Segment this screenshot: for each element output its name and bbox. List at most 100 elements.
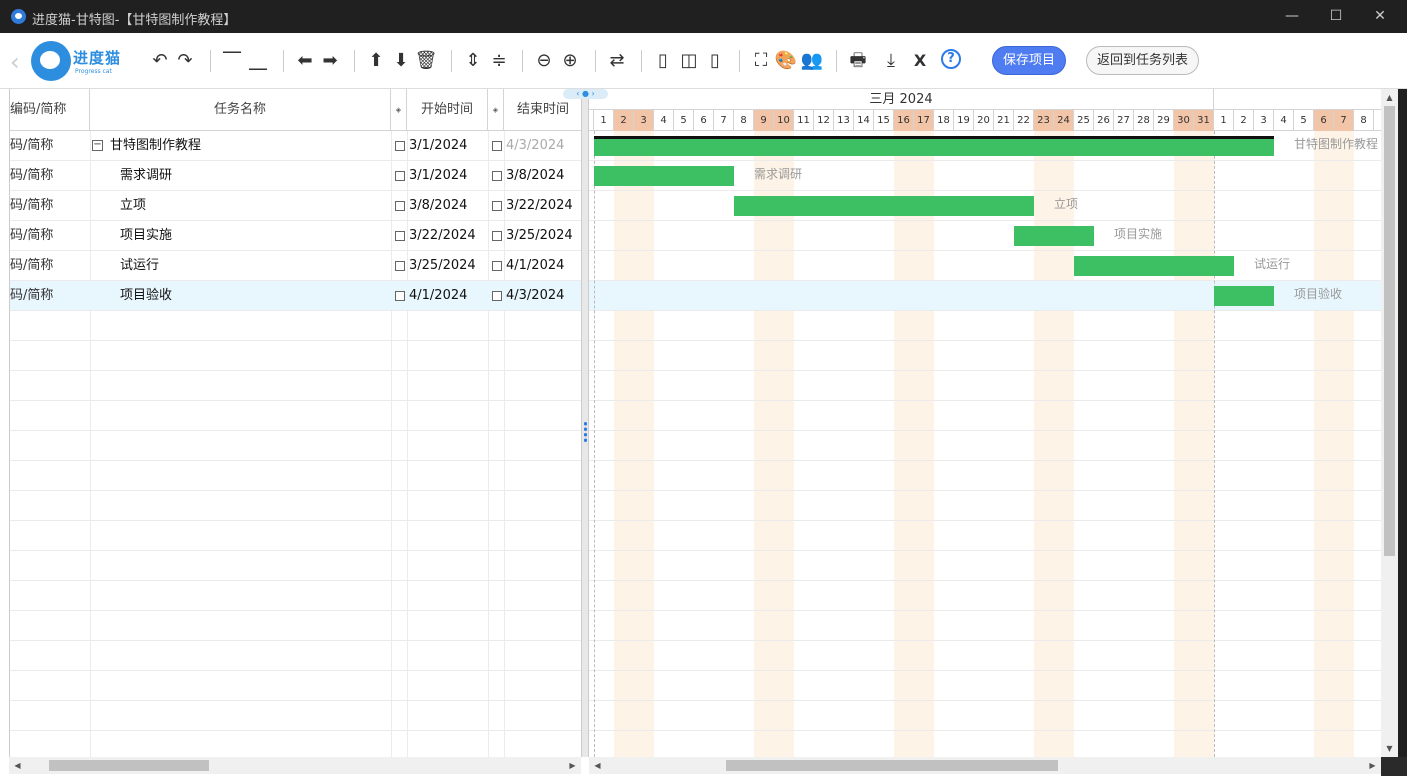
cell-code[interactable]: 码/简称 — [10, 161, 90, 191]
palette-icon[interactable]: 🎨 — [774, 50, 798, 72]
chart-row[interactable] — [589, 671, 1381, 701]
chart-row[interactable] — [589, 341, 1381, 371]
zoom-in-icon[interactable]: ⊕ — [558, 50, 582, 72]
cell-start-date[interactable]: 3/25/2024 — [409, 251, 487, 281]
indent-icon[interactable]: ⎽ — [246, 50, 270, 72]
start-checkbox[interactable] — [395, 261, 405, 271]
empty-row[interactable] — [10, 431, 581, 461]
cell-task-name[interactable]: 需求调研 — [120, 161, 390, 191]
back-icon[interactable]: ‹ — [10, 49, 30, 75]
chart-row[interactable] — [589, 311, 1381, 341]
close-button[interactable]: ✕ — [1357, 0, 1403, 33]
empty-row[interactable] — [10, 671, 581, 701]
move-up-icon[interactable]: ⬆ — [364, 50, 388, 72]
cell-code[interactable]: 码/简称 — [10, 281, 90, 311]
move-left-icon[interactable]: ⬅ — [293, 50, 317, 72]
empty-row[interactable] — [10, 581, 581, 611]
empty-row[interactable] — [10, 461, 581, 491]
expand-rows-icon[interactable]: ⇕ — [461, 50, 485, 72]
chart-row[interactable] — [589, 521, 1381, 551]
start-checkbox[interactable] — [395, 201, 405, 211]
redo-icon[interactable]: ↷ — [173, 50, 197, 72]
grid-scroll-thumb[interactable] — [49, 760, 209, 771]
move-down-icon[interactable]: ⬇ — [389, 50, 413, 72]
scroll-left-icon[interactable]: ◀ — [589, 757, 606, 774]
end-checkbox[interactable] — [492, 291, 502, 301]
start-checkbox[interactable] — [395, 231, 405, 241]
help-icon[interactable]: ? — [941, 49, 961, 69]
delete-icon[interactable]: 🗑 — [414, 50, 438, 72]
chart-row[interactable] — [589, 551, 1381, 581]
move-right-icon[interactable]: ➡ — [318, 50, 342, 72]
cell-end-date[interactable]: 4/3/2024 — [506, 131, 581, 161]
scroll-down-icon[interactable]: ▼ — [1381, 740, 1398, 757]
cell-task-name[interactable]: 立项 — [120, 191, 390, 221]
task-bar[interactable] — [1214, 286, 1274, 306]
outdent-icon[interactable]: ⎺ — [220, 50, 244, 72]
cell-end-date[interactable]: 3/25/2024 — [506, 221, 581, 251]
task-bar[interactable] — [1014, 226, 1094, 246]
cell-start-date[interactable]: 3/1/2024 — [409, 131, 487, 161]
zoom-out-icon[interactable]: ⊖ — [532, 50, 556, 72]
cell-code[interactable]: 码/简称 — [10, 191, 90, 221]
chart-row[interactable] — [589, 731, 1381, 757]
table-row[interactable]: 码/简称 立项 3/8/2024 3/22/2024 — [10, 191, 581, 221]
table-row[interactable]: 码/简称 试运行 3/25/2024 4/1/2024 — [10, 251, 581, 281]
scroll-right-icon[interactable]: ▶ — [1364, 757, 1381, 774]
cell-end-date[interactable]: 3/22/2024 — [506, 191, 581, 221]
scroll-left-icon[interactable]: ◀ — [9, 757, 26, 774]
column-header-start[interactable]: 开始时间 — [407, 89, 488, 131]
cell-start-date[interactable]: 3/1/2024 — [409, 161, 487, 191]
cell-task-name[interactable]: 项目验收 — [120, 281, 390, 311]
cell-start-date[interactable]: 4/1/2024 — [409, 281, 487, 311]
start-checkbox[interactable] — [395, 141, 405, 151]
chart-row[interactable] — [589, 701, 1381, 731]
minimize-button[interactable]: — — [1269, 0, 1315, 33]
cell-code[interactable]: 码/简称 — [10, 131, 90, 161]
excel-icon[interactable]: X — [908, 50, 932, 72]
link-icon[interactable]: ⇄ — [605, 50, 629, 72]
summary-bar[interactable] — [594, 136, 1274, 156]
vertical-scrollbar[interactable]: ▲ ▼ — [1381, 89, 1398, 757]
empty-row[interactable] — [10, 641, 581, 671]
table-row[interactable]: 码/简称 项目实施 3/22/2024 3/25/2024 — [10, 221, 581, 251]
fullscreen-icon[interactable]: ⛶ — [749, 50, 773, 72]
empty-row[interactable] — [10, 311, 581, 341]
empty-row[interactable] — [10, 491, 581, 521]
start-checkbox[interactable] — [395, 291, 405, 301]
column-options-icon[interactable]: ◈ — [488, 89, 504, 131]
cell-end-date[interactable]: 3/8/2024 — [506, 161, 581, 191]
table-row[interactable]: 码/简称 需求调研 3/1/2024 3/8/2024 — [10, 161, 581, 191]
cell-start-date[interactable]: 3/22/2024 — [409, 221, 487, 251]
layout-split-icon[interactable]: ◫ — [677, 50, 701, 72]
chart-row[interactable] — [589, 371, 1381, 401]
empty-row[interactable] — [10, 341, 581, 371]
start-checkbox[interactable] — [395, 171, 405, 181]
end-checkbox[interactable] — [492, 261, 502, 271]
layout-left-icon[interactable]: ▯ — [651, 50, 675, 72]
empty-row[interactable] — [10, 371, 581, 401]
column-header-code[interactable]: 编码/简称 — [10, 89, 90, 131]
end-checkbox[interactable] — [492, 141, 502, 151]
cell-code[interactable]: 码/简称 — [10, 251, 90, 281]
collapse-rows-icon[interactable]: ≑ — [487, 50, 511, 72]
empty-row[interactable] — [10, 401, 581, 431]
vertical-scroll-thumb[interactable] — [1384, 106, 1395, 556]
task-bar[interactable] — [594, 166, 734, 186]
empty-row[interactable] — [10, 731, 581, 757]
maximize-button[interactable]: ☐ — [1313, 0, 1359, 33]
scroll-right-icon[interactable]: ▶ — [564, 757, 581, 774]
cell-end-date[interactable]: 4/1/2024 — [506, 251, 581, 281]
empty-row[interactable] — [10, 611, 581, 641]
chart-row[interactable] — [589, 491, 1381, 521]
collapse-icon[interactable]: − — [92, 140, 103, 151]
task-bar[interactable] — [734, 196, 1034, 216]
chart-row[interactable] — [589, 461, 1381, 491]
drag-handle-icon[interactable] — [584, 421, 587, 443]
cell-task-name[interactable]: 甘特图制作教程 — [110, 131, 390, 161]
users-icon[interactable]: 👥 — [800, 50, 824, 72]
chart-row[interactable] — [589, 641, 1381, 671]
undo-icon[interactable]: ↶ — [148, 50, 172, 72]
save-project-button[interactable]: 保存项目 — [992, 46, 1066, 75]
scroll-up-icon[interactable]: ▲ — [1381, 89, 1398, 106]
